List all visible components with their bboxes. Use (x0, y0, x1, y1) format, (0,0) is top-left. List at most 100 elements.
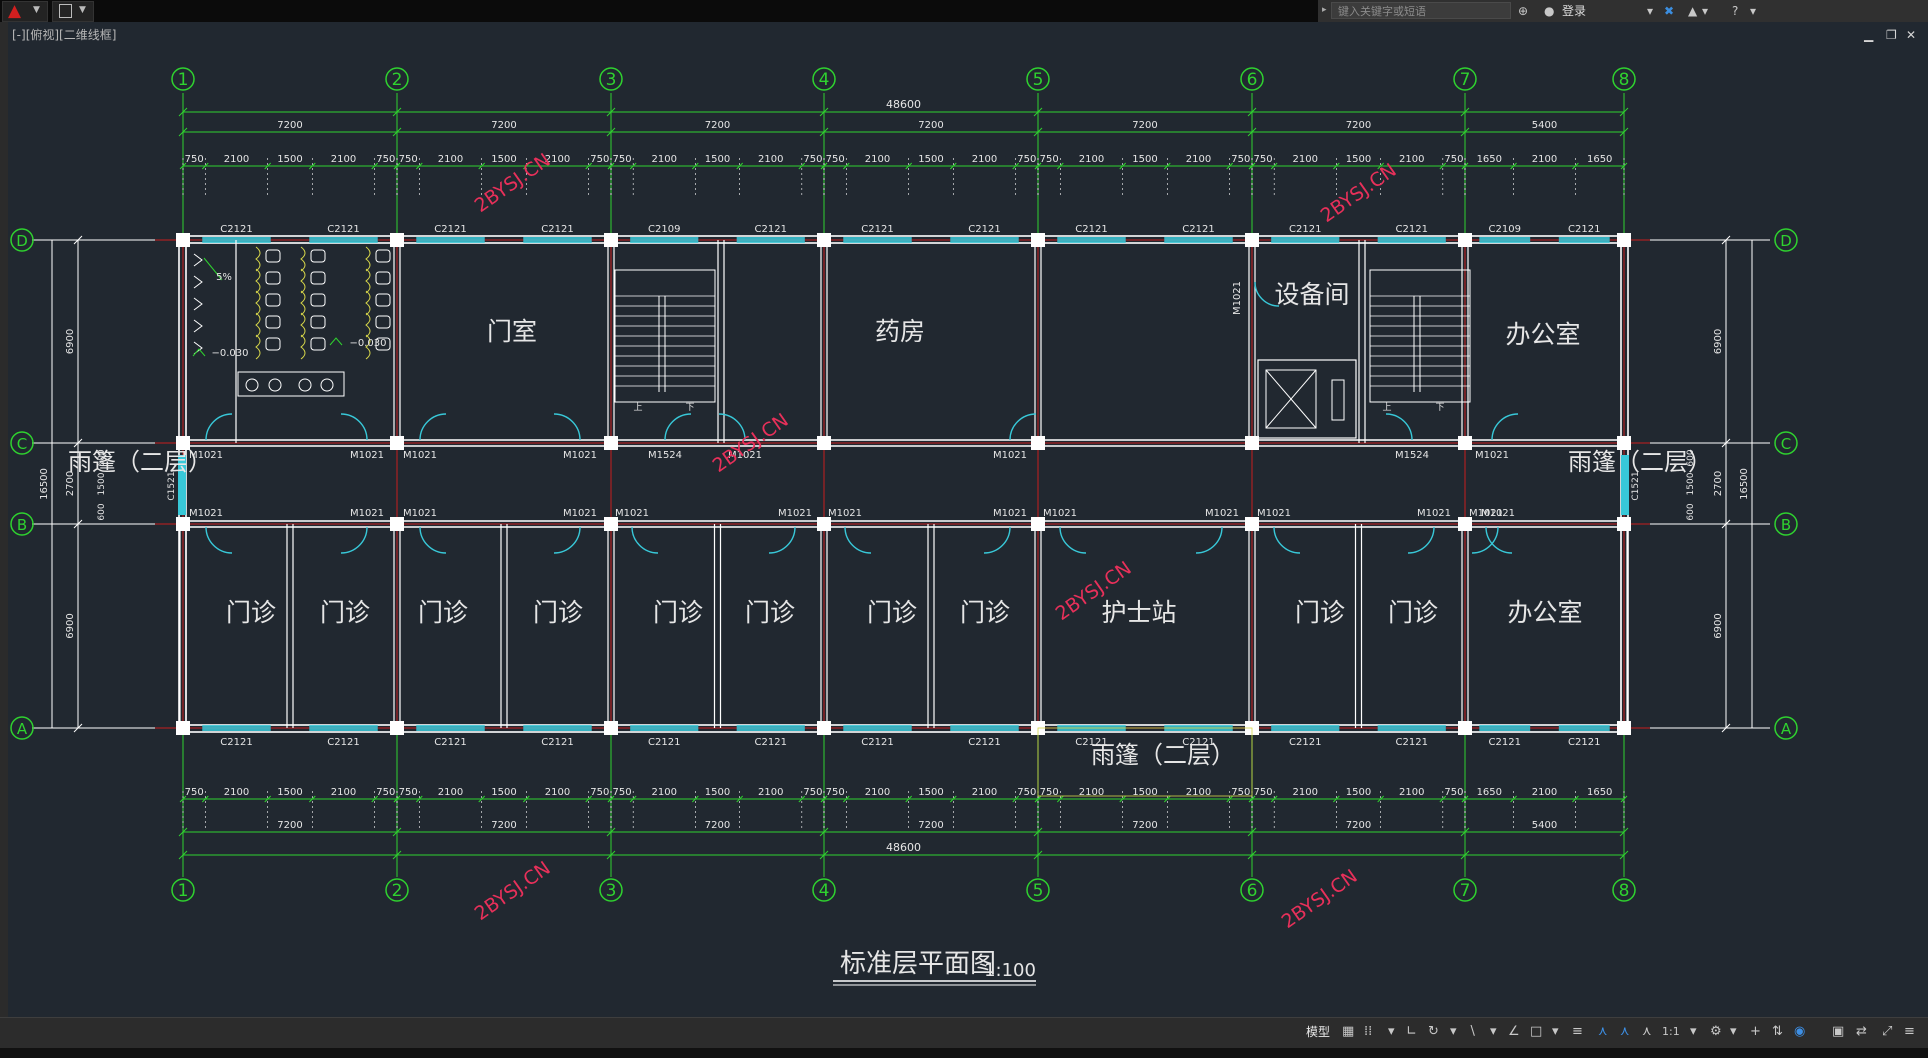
auto-scale-icon[interactable]: ⋏ (1620, 1024, 1630, 1040)
side-dimension-text: 6900 (65, 613, 76, 638)
structural-column (604, 517, 618, 531)
door-swing (1059, 526, 1087, 554)
fullscreen-icon[interactable]: ⤢ (1882, 1024, 1892, 1040)
bay-dimension-text: 5400 (1532, 120, 1557, 131)
ortho-icon[interactable]: ∟ (1406, 1024, 1417, 1040)
axis-letter: A (1781, 720, 1792, 738)
chevron-down-icon[interactable]: ▾ (1730, 1024, 1737, 1040)
structural-column (1245, 233, 1259, 247)
room-name: 门诊 (320, 598, 370, 627)
sub-dimension-text: 750 (1254, 787, 1273, 798)
structural-column (1458, 517, 1472, 531)
bay-dimension-text: 5400 (1532, 820, 1557, 831)
axis-letter: A (17, 720, 28, 738)
chevron-down-icon[interactable]: ▾ (1388, 1024, 1395, 1040)
partition-icon (300, 246, 306, 272)
object-snap-tracking-icon[interactable]: ∠ (1508, 1024, 1520, 1040)
window-label: C2121 (1075, 224, 1107, 235)
workspace-gear-icon[interactable]: ⚙ (1710, 1024, 1722, 1040)
sub-dimension-text: 1500 (277, 154, 302, 165)
door-label: M1021 (563, 508, 597, 519)
chevron-down-icon[interactable]: ▾ (1690, 1024, 1697, 1040)
lineweight-icon[interactable]: ≡ (1572, 1024, 1583, 1040)
door-swing (664, 413, 692, 441)
stair-up-label: 上 (633, 402, 642, 413)
bay-dimension-text: 7200 (277, 120, 302, 131)
sub-dimension-text: 2100 (438, 154, 463, 165)
sub-dimension-text: 2100 (758, 787, 783, 798)
sub-dimension-text: 750 (613, 154, 632, 165)
room-name: 门诊 (1388, 598, 1438, 627)
structural-column (1245, 436, 1259, 450)
annotation-scale-icon[interactable]: ⋏ (1642, 1024, 1652, 1040)
customization-menu-icon[interactable]: ≡ (1904, 1024, 1915, 1040)
window (1057, 237, 1126, 243)
elevation-marker (329, 337, 343, 346)
chevron-down-icon[interactable]: ▾ (1450, 1024, 1457, 1040)
clean-screen-icon[interactable]: ⇄ (1856, 1024, 1867, 1040)
annotation-scale-value[interactable]: 1:1 (1662, 1024, 1680, 1040)
floor-plan-drawing[interactable]: 1 1 2 2 3 3 4 4 5 5 6 6 7 7 8 8 D D C C B B A A 48600 48600 7200 72… (0, 0, 1928, 1017)
partition-icon (300, 290, 306, 316)
toilet-icon (310, 271, 326, 285)
window-label: C2121 (541, 737, 573, 748)
door-swing (1407, 526, 1435, 554)
door-label: M1021 (1257, 508, 1291, 519)
window (523, 237, 592, 243)
object-snap-icon[interactable]: □ (1530, 1024, 1542, 1040)
chevron-down-icon[interactable]: ▾ (1552, 1024, 1559, 1040)
urinal-icon (193, 297, 203, 311)
toilet-icon (265, 271, 281, 285)
structural-column (390, 233, 404, 247)
grid-icon[interactable]: ▦ (1342, 1024, 1354, 1040)
sub-dimension-text: 2100 (1293, 154, 1318, 165)
sub-dimension-text: 750 (1231, 154, 1250, 165)
window-label: C2121 (1289, 737, 1321, 748)
sub-dimension-text: 2100 (331, 787, 356, 798)
model-space-button[interactable]: 模型 (1306, 1024, 1330, 1040)
window (1479, 237, 1531, 243)
units-icon[interactable]: ⇅ (1772, 1024, 1783, 1040)
sub-dimension-text: 2100 (1532, 787, 1557, 798)
sub-dimension-text: 2100 (1186, 154, 1211, 165)
hardware-acceleration-icon[interactable]: ▣ (1832, 1024, 1844, 1040)
sub-dimension-text: 2100 (331, 154, 356, 165)
axis-number: 6 (1247, 70, 1258, 90)
window-label: C2121 (327, 224, 359, 235)
toilet-icon (265, 293, 281, 307)
structural-column (817, 517, 831, 531)
door-label: M1021 (778, 508, 812, 519)
toilet-icon (375, 293, 391, 307)
window (736, 725, 805, 731)
bay-dimension-text: 7200 (491, 120, 516, 131)
polar-icon[interactable]: ↻ (1428, 1024, 1439, 1040)
chevron-down-icon[interactable]: ▾ (1490, 1024, 1497, 1040)
structural-column (817, 233, 831, 247)
sub-dimension-text: 1500 (1132, 154, 1157, 165)
sub-dimension-text: 1500 (705, 154, 730, 165)
isodraft-icon[interactable]: ∖ (1468, 1024, 1476, 1040)
sub-dimension-text: 2100 (972, 154, 997, 165)
sink-icon (268, 378, 282, 392)
door-label: M1021 (350, 450, 384, 461)
canopy-label: 雨篷（二层） (68, 448, 212, 476)
elevation-label: −0.030 (349, 338, 386, 349)
window (1271, 237, 1340, 243)
window (950, 725, 1019, 731)
window (416, 237, 485, 243)
side-dimension-text: 6900 (1713, 329, 1724, 354)
sub-dimension-text: 2100 (865, 787, 890, 798)
door-swing (1195, 526, 1223, 554)
annotation-monitor-icon[interactable]: + (1750, 1024, 1761, 1040)
sub-dimension-text: 2100 (1399, 787, 1424, 798)
axis-number: 1 (178, 70, 189, 90)
door-label: M1021 (1481, 508, 1515, 519)
annotation-visibility-icon[interactable]: ⋏ (1598, 1024, 1608, 1040)
structural-column (1458, 233, 1472, 247)
structural-column (1031, 233, 1045, 247)
stair-down-label: 下 (685, 403, 694, 413)
isolate-objects-icon[interactable]: ◉ (1794, 1024, 1805, 1040)
structural-column (604, 721, 618, 735)
snap-icon[interactable]: ⁞⁞ (1364, 1024, 1372, 1040)
window-label: C2121 (327, 737, 359, 748)
